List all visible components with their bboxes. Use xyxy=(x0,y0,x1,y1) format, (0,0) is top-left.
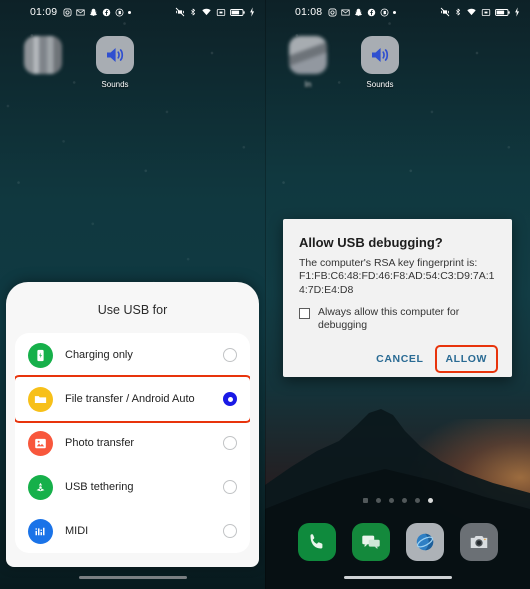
usb-sheet-title: Use USB for xyxy=(97,303,168,317)
dot-icon xyxy=(393,10,397,14)
cancel-button[interactable]: CANCEL xyxy=(367,347,432,371)
no-sim-icon xyxy=(216,8,226,17)
page-dot[interactable] xyxy=(401,498,407,503)
usb-option-radio[interactable] xyxy=(223,480,237,494)
page-dot[interactable] xyxy=(414,498,420,503)
facebook-icon xyxy=(367,8,376,17)
blurred-app-icon[interactable] xyxy=(24,36,62,74)
dialog-body-text: The computer's RSA key fingerprint is: xyxy=(299,257,478,269)
sounds-icon[interactable] xyxy=(96,36,134,74)
dialog-title: Allow USB debugging? xyxy=(299,235,443,250)
no-sim-icon xyxy=(481,8,491,17)
status-clock: 01:08 xyxy=(295,6,323,18)
app-item-blurred[interactable] xyxy=(16,36,70,89)
phone-icon[interactable] xyxy=(297,523,336,561)
app-label: Sounds xyxy=(101,80,129,89)
usb-option-radio[interactable] xyxy=(223,524,237,538)
rsa-fingerprint: F1:FB:C6:48:FD:46:F8:AD:54:C3:D9:7A:14:7… xyxy=(299,270,495,296)
usb-option-file-transfer[interactable]: File transfer / Android Auto xyxy=(15,375,250,423)
battery-charging-icon xyxy=(28,342,53,368)
battery-icon xyxy=(495,8,510,17)
app-item-blurred[interactable]: In xyxy=(281,36,335,89)
home-indicator[interactable] xyxy=(343,576,452,579)
status-bar-left-group: 01:09 xyxy=(30,6,132,18)
app-item-sounds[interactable]: Sounds xyxy=(88,36,142,89)
snapchat-icon xyxy=(89,8,98,17)
usb-option-midi[interactable]: MIDI xyxy=(15,509,250,553)
battery-icon xyxy=(230,8,245,17)
status-bar-right-group xyxy=(440,7,520,17)
status-bar-left: 01:09 xyxy=(0,0,265,24)
photo-icon xyxy=(28,430,53,456)
snapchat-icon xyxy=(354,8,363,17)
status-bar-right-group xyxy=(175,7,255,17)
folder-icon xyxy=(28,386,53,412)
app-item-sounds[interactable]: Sounds xyxy=(353,36,407,89)
page-indicator xyxy=(265,498,530,503)
badge-icon xyxy=(380,8,389,17)
dual-phone-screenshot: 01:09 Sounds Use USB for Charging only F… xyxy=(0,0,530,589)
dot-icon xyxy=(128,10,132,14)
usb-option-radio[interactable] xyxy=(223,348,237,362)
status-bar-left-group: 01:08 xyxy=(295,6,397,18)
camera-icon[interactable] xyxy=(459,523,498,561)
facebook-icon xyxy=(102,8,111,17)
badge-icon xyxy=(115,8,124,17)
vibrate-off-icon xyxy=(440,7,450,17)
usb-preference-sheet: Use USB for Charging only File transfer … xyxy=(6,282,259,567)
gmail-icon xyxy=(76,8,85,17)
right-phone-screen: 01:08 In Sounds Allow USB debugging? The… xyxy=(265,0,530,589)
usb-option-usb-tethering[interactable]: USB tethering xyxy=(15,465,250,509)
usb-option-radio[interactable] xyxy=(223,436,237,450)
browser-icon[interactable] xyxy=(405,523,444,561)
usb-option-list: Charging only File transfer / Android Au… xyxy=(15,333,250,553)
sounds-icon[interactable] xyxy=(361,36,399,74)
dialog-actions: CANCEL ALLOW xyxy=(299,344,498,373)
status-bar-right: 01:08 xyxy=(265,0,530,24)
instagram-icon xyxy=(328,8,337,17)
page-dot-active[interactable] xyxy=(427,498,433,503)
wifi-icon xyxy=(201,7,212,17)
dock xyxy=(265,523,530,561)
always-allow-checkbox[interactable] xyxy=(299,308,310,320)
midi-icon xyxy=(28,518,53,544)
blurred-app-icon[interactable] xyxy=(289,36,327,74)
bluetooth-icon xyxy=(454,7,462,17)
status-clock: 01:09 xyxy=(30,6,58,18)
bluetooth-icon xyxy=(189,7,197,17)
page-dot[interactable] xyxy=(362,498,368,503)
vibrate-off-icon xyxy=(175,7,185,17)
usb-debugging-dialog: Allow USB debugging? The computer's RSA … xyxy=(283,219,512,377)
wifi-icon xyxy=(466,7,477,17)
usb-option-label: Photo transfer xyxy=(65,437,135,449)
page-dot[interactable] xyxy=(388,498,394,503)
home-app-row-right: In Sounds xyxy=(265,24,530,89)
charging-bolt-icon xyxy=(514,7,520,17)
usb-option-radio-selected[interactable] xyxy=(223,392,237,406)
usb-option-label: Charging only xyxy=(65,349,133,361)
always-allow-row[interactable]: Always allow this computer for debugging xyxy=(299,306,496,332)
tethering-icon xyxy=(28,474,53,500)
app-label: In xyxy=(304,80,312,89)
app-label: Sounds xyxy=(366,80,394,89)
charging-bolt-icon xyxy=(249,7,255,17)
always-allow-label: Always allow this computer for debugging xyxy=(318,306,460,332)
allow-button[interactable]: ALLOW xyxy=(434,344,498,373)
instagram-icon xyxy=(63,8,72,17)
gmail-icon xyxy=(341,8,350,17)
usb-option-charging-only[interactable]: Charging only xyxy=(15,333,250,377)
usb-option-label: File transfer / Android Auto xyxy=(65,393,195,405)
usb-option-label: MIDI xyxy=(65,525,89,537)
screen-divider xyxy=(265,0,266,589)
page-dot[interactable] xyxy=(375,498,381,503)
home-indicator[interactable] xyxy=(78,576,187,579)
messages-icon[interactable] xyxy=(351,523,390,561)
home-app-row-left: Sounds xyxy=(0,24,265,89)
usb-option-photo-transfer[interactable]: Photo transfer xyxy=(15,421,250,465)
usb-option-label: USB tethering xyxy=(65,481,134,493)
left-phone-screen: 01:09 Sounds Use USB for Charging only F… xyxy=(0,0,265,589)
